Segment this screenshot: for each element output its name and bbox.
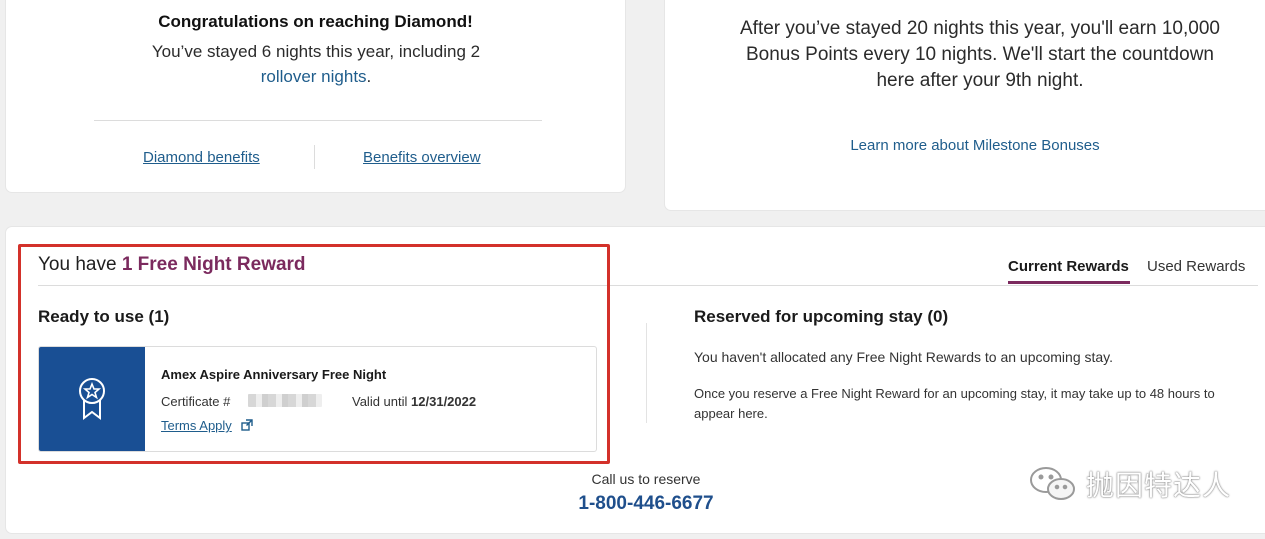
reservation-phone-number[interactable]: 1-800-446-6677 [546, 493, 746, 515]
call-to-reserve-label: Call us to reserve [591, 471, 701, 487]
congrats-body: You’ve stayed 6 nights this year, includ… [96, 39, 536, 89]
diamond-status-card: Congratulations on reaching Diamond! You… [6, 0, 625, 192]
reserved-message: You haven't allocated any Free Night Rew… [694, 349, 1114, 365]
tab-current-rewards[interactable]: Current Rewards [1008, 258, 1129, 275]
reserved-note: Once you reserve a Free Night Reward for… [694, 386, 1215, 421]
rollover-nights-link[interactable]: rollover nights [261, 67, 367, 86]
diamond-benefits-link[interactable]: Diamond benefits [143, 149, 260, 166]
highlight-annotation [18, 244, 610, 464]
column-divider [646, 323, 647, 423]
watermark: 抛因特达人 [1028, 464, 1231, 504]
milestone-bonus-card: After you’ve stayed 20 nights this year,… [665, 0, 1265, 210]
card-divider [94, 120, 542, 121]
benefits-overview-link[interactable]: Benefits overview [363, 149, 481, 166]
milestone-learn-more-link[interactable]: Learn more about Milestone Bonuses [665, 137, 1265, 154]
reserved-title: Reserved for upcoming stay (0) [694, 307, 949, 326]
active-tab-indicator [1008, 281, 1130, 284]
congrats-title: Congratulations on reaching Diamond! [158, 12, 473, 31]
congrats-body-suffix: . [366, 67, 372, 86]
tab-used-rewards[interactable]: Used Rewards [1147, 258, 1245, 275]
link-separator [314, 145, 315, 169]
watermark-text: 抛因特达人 [1086, 469, 1232, 502]
congrats-body-text: You’ve stayed 6 nights this year, includ… [151, 42, 481, 61]
milestone-body: After you’ve stayed 20 nights this year,… [740, 18, 1220, 91]
wechat-icon [1030, 467, 1075, 500]
